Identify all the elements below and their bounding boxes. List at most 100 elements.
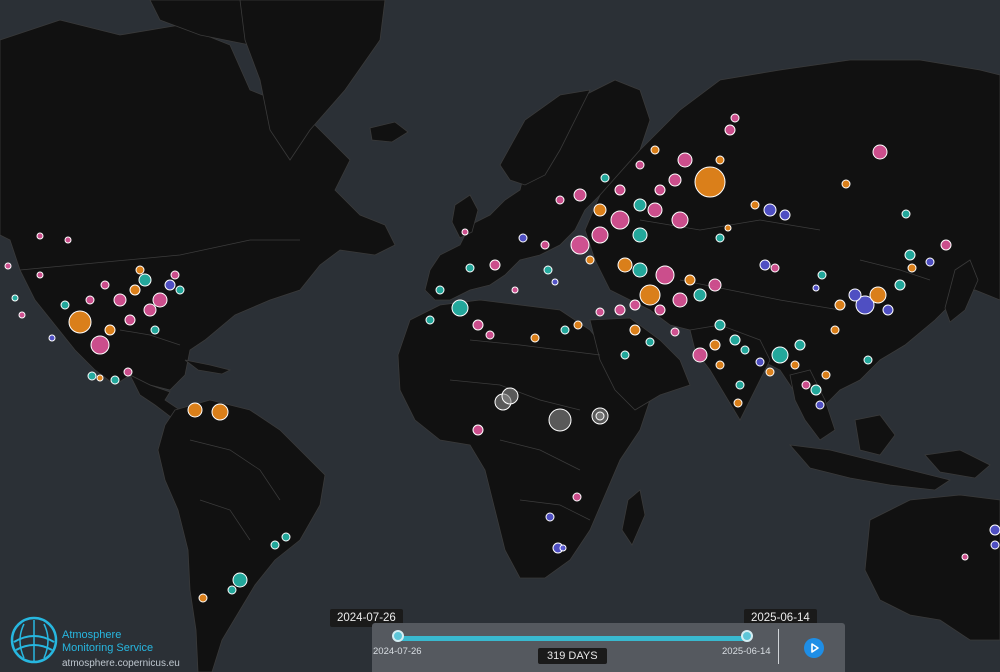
marker — [489, 259, 501, 271]
marker — [672, 292, 688, 308]
marker — [714, 319, 726, 331]
marker — [518, 233, 528, 243]
marker — [435, 285, 445, 295]
globe-logo-icon — [10, 616, 58, 664]
marker — [96, 374, 104, 382]
marker — [821, 370, 831, 380]
world-map[interactable] — [0, 0, 1000, 672]
marker — [715, 360, 725, 370]
marker — [817, 270, 827, 280]
marker — [530, 333, 540, 343]
marker — [740, 345, 750, 355]
marker — [110, 375, 120, 385]
brand-name-line2: Monitoring Service — [62, 642, 154, 654]
timeline-end-handle[interactable] — [741, 630, 753, 642]
marker — [573, 188, 587, 202]
marker — [175, 285, 185, 295]
marker — [610, 210, 630, 230]
marker — [715, 155, 725, 165]
marker — [801, 380, 811, 390]
marker — [36, 232, 44, 240]
marker — [4, 262, 12, 270]
marker — [104, 324, 116, 336]
marker — [735, 380, 745, 390]
marker — [620, 350, 630, 360]
marker — [138, 273, 152, 287]
brand-name: Atmosphere Monitoring Service — [62, 629, 153, 655]
marker — [668, 173, 682, 187]
marker — [100, 280, 110, 290]
marker — [670, 327, 680, 337]
marker — [595, 307, 605, 317]
marker — [677, 152, 693, 168]
marker — [485, 330, 495, 340]
marker — [170, 270, 180, 280]
marker — [85, 295, 95, 305]
marker — [729, 334, 741, 346]
timeline-track[interactable] — [398, 636, 747, 641]
marker — [770, 263, 780, 273]
brand-url[interactable]: atmosphere.copernicus.eu — [62, 658, 180, 669]
marker — [87, 371, 97, 381]
timeline-divider — [778, 629, 779, 664]
marker — [863, 355, 873, 365]
marker — [779, 209, 791, 221]
marker — [872, 144, 888, 160]
marker — [693, 288, 707, 302]
marker — [671, 211, 689, 229]
marker — [570, 235, 590, 255]
marker — [585, 255, 595, 265]
marker — [198, 593, 208, 603]
marker — [11, 294, 19, 302]
brand-block: Atmosphere Monitoring Service atmosphere… — [6, 612, 236, 670]
marker — [232, 572, 248, 588]
marker — [123, 367, 133, 377]
marker — [904, 249, 916, 261]
marker — [548, 408, 572, 432]
marker — [164, 279, 176, 291]
marker — [270, 540, 280, 550]
marker — [281, 532, 291, 542]
marker — [848, 288, 862, 302]
marker — [810, 384, 822, 396]
timeline-start-handle[interactable] — [392, 630, 404, 642]
marker — [425, 315, 435, 325]
marker — [694, 166, 726, 198]
marker — [763, 203, 777, 217]
marker — [925, 257, 935, 267]
marker — [759, 259, 771, 271]
marker — [591, 226, 609, 244]
duration-badge: 319 DAYS — [538, 648, 607, 664]
marker — [555, 195, 565, 205]
marker — [708, 278, 722, 292]
marker — [543, 265, 553, 275]
marker — [632, 227, 648, 243]
marker — [129, 284, 141, 296]
marker — [894, 279, 906, 291]
marker — [715, 233, 725, 243]
marker — [572, 492, 582, 502]
marker — [90, 335, 110, 355]
marker — [124, 314, 136, 326]
play-button[interactable] — [804, 638, 824, 658]
marker — [187, 402, 203, 418]
marker — [692, 347, 708, 363]
marker — [834, 299, 846, 311]
marker — [815, 400, 825, 410]
marker — [152, 292, 168, 308]
marker — [730, 113, 740, 123]
marker — [684, 274, 696, 286]
marker — [511, 286, 519, 294]
marker — [650, 145, 660, 155]
marker — [135, 265, 145, 275]
timeline-end-label: 2025-06-14 — [722, 646, 771, 657]
marker — [593, 203, 607, 217]
marker — [830, 325, 840, 335]
marker — [68, 310, 92, 334]
marker — [501, 387, 519, 405]
marker — [733, 398, 743, 408]
marker — [573, 320, 583, 330]
marker — [545, 512, 555, 522]
marker — [540, 240, 550, 250]
marker — [907, 263, 917, 273]
